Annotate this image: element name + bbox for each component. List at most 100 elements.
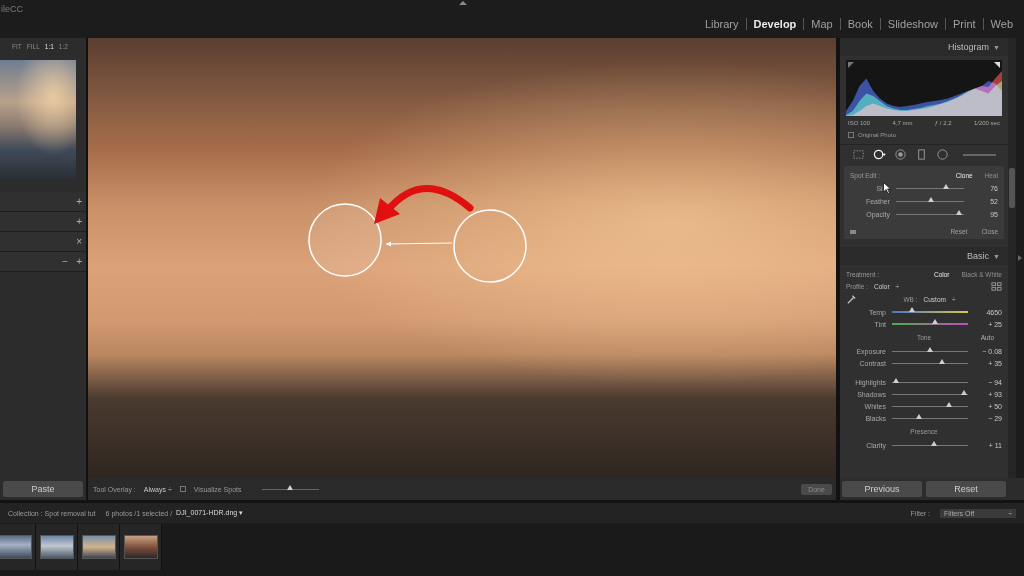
slider-value[interactable]: − 0.08 — [974, 348, 1002, 355]
collection-name[interactable]: Collection : Spot removal tut — [8, 510, 96, 517]
slider-knob[interactable] — [287, 485, 293, 490]
profile-row[interactable]: Profile :Color÷ — [846, 281, 1002, 292]
module-tab[interactable]: Develop — [746, 18, 804, 30]
slider-knob[interactable] — [909, 307, 915, 312]
profile-value[interactable]: Color — [874, 283, 890, 290]
spot-edit-button[interactable]: Reset — [950, 228, 967, 235]
spot-target-circle[interactable] — [309, 204, 381, 276]
file-name[interactable]: DJI_0071-HDR.dng ▾ — [176, 509, 243, 517]
slider-value[interactable]: + 93 — [974, 391, 1002, 398]
slider-value[interactable]: 95 — [970, 211, 998, 218]
slider-knob[interactable] — [916, 414, 922, 419]
filmstrip-cell[interactable] — [120, 524, 162, 570]
section-action[interactable]: − — [62, 256, 68, 267]
auto-button[interactable]: Auto — [981, 334, 994, 341]
module-tab[interactable]: Print — [945, 18, 983, 30]
slider-knob[interactable] — [931, 441, 937, 446]
spot-edit-button[interactable]: Close — [981, 228, 998, 235]
section-action[interactable]: + — [76, 216, 82, 227]
filmstrip-thumbnail[interactable] — [0, 535, 32, 559]
panel-button[interactable]: Previous — [842, 481, 922, 497]
slider-track[interactable] — [892, 311, 968, 313]
slider-value[interactable]: + 35 — [974, 360, 1002, 367]
original-photo-checkbox[interactable] — [848, 132, 854, 138]
photo-canvas[interactable] — [88, 38, 836, 478]
panel-toggle[interactable]: ▼ — [993, 253, 1000, 260]
highlight-clipping-icon[interactable] — [994, 62, 1000, 68]
panel-toggle[interactable]: ▼ — [993, 44, 1000, 51]
zoom-option[interactable]: 1:2 — [59, 43, 68, 50]
slider-track[interactable] — [892, 418, 968, 419]
spot-mode-option[interactable]: Heal — [985, 172, 998, 179]
collapse-right-icon[interactable] — [1018, 255, 1022, 261]
module-tab[interactable]: Map — [803, 18, 839, 30]
slider-value[interactable]: + 25 — [974, 321, 1002, 328]
module-tab[interactable]: Slideshow — [880, 18, 945, 30]
slider-knob[interactable] — [932, 319, 938, 324]
basic-header[interactable]: Basic▼ — [840, 247, 1008, 265]
filmstrip-cell[interactable] — [36, 524, 78, 570]
zoom-option[interactable]: FIT — [12, 43, 22, 50]
visualize-spots-slider[interactable] — [262, 489, 319, 490]
module-tab[interactable]: Library — [698, 18, 746, 30]
mask-toggle-icon[interactable] — [850, 230, 856, 234]
left-section-header[interactable]: + — [0, 192, 86, 212]
slider-track[interactable] — [896, 214, 964, 215]
wb-arrow[interactable]: ÷ — [952, 296, 956, 303]
slider-knob[interactable] — [946, 402, 952, 407]
slider-value[interactable]: 4650 — [974, 309, 1002, 316]
spot-mode-option[interactable]: Clone — [956, 172, 973, 179]
collapse-top-icon[interactable] — [459, 1, 467, 5]
left-section-header[interactable]: × — [0, 232, 86, 252]
slider-value[interactable]: 52 — [970, 198, 998, 205]
navigator-preview[interactable] — [0, 60, 76, 180]
slider-value[interactable]: + 50 — [974, 403, 1002, 410]
left-section-header[interactable]: −+ — [0, 252, 86, 272]
section-action[interactable]: + — [76, 256, 82, 267]
module-tab[interactable]: Book — [840, 18, 880, 30]
panel-button[interactable]: Reset — [926, 481, 1006, 497]
slider-track[interactable] — [892, 363, 968, 364]
eyedropper-icon[interactable] — [846, 294, 857, 305]
slider-knob[interactable] — [943, 184, 949, 189]
slider-track[interactable] — [892, 351, 968, 352]
section-action[interactable]: + — [76, 196, 82, 207]
slider-knob[interactable] — [956, 210, 962, 215]
filter-dropdown[interactable]: Filters Off÷ — [940, 509, 1016, 518]
profile-arrow[interactable]: ÷ — [896, 283, 900, 290]
slider-knob[interactable] — [939, 359, 945, 364]
slider-value[interactable]: − 29 — [974, 415, 1002, 422]
slider-track[interactable] — [892, 323, 968, 325]
slider-track[interactable] — [892, 382, 968, 383]
profile-browser-icon[interactable] — [991, 281, 1002, 292]
graduated-tool-icon[interactable] — [915, 148, 928, 161]
slider-track[interactable] — [892, 394, 968, 395]
visualize-spots-checkbox[interactable] — [180, 486, 186, 492]
spot-source-circle[interactable] — [454, 210, 526, 282]
spot-tool-icon[interactable] — [873, 148, 886, 161]
original-photo-row[interactable]: Original Photo — [840, 126, 1008, 144]
slider-knob[interactable] — [928, 197, 934, 202]
histogram-header[interactable]: Histogram▼ — [840, 38, 1008, 56]
slider-track[interactable] — [896, 188, 964, 189]
filmstrip-thumbnail[interactable] — [40, 535, 74, 559]
right-scrollbar[interactable] — [1008, 38, 1016, 478]
slider-track[interactable] — [892, 445, 968, 446]
slider-value[interactable]: − 94 — [974, 379, 1002, 386]
slider-track[interactable] — [892, 406, 968, 407]
section-action[interactable]: × — [76, 236, 82, 247]
filmstrip-cell[interactable] — [0, 524, 36, 570]
zoom-option[interactable]: FILL — [27, 43, 40, 50]
paste-button[interactable]: Paste — [3, 481, 83, 497]
wb-value[interactable]: Custom — [924, 296, 946, 303]
zoom-option[interactable]: 1:1 — [45, 43, 54, 50]
scrollbar-thumb[interactable] — [1009, 168, 1015, 208]
crop-tool-icon[interactable] — [852, 148, 865, 161]
slider-value[interactable]: 76 — [970, 185, 998, 192]
filmstrip-cell[interactable] — [78, 524, 120, 570]
module-tab[interactable]: Web — [983, 18, 1020, 30]
brush-slider[interactable] — [963, 154, 996, 156]
treatment-option[interactable]: Black & White — [962, 271, 1002, 278]
slider-knob[interactable] — [961, 390, 967, 395]
slider-knob[interactable] — [893, 378, 899, 383]
